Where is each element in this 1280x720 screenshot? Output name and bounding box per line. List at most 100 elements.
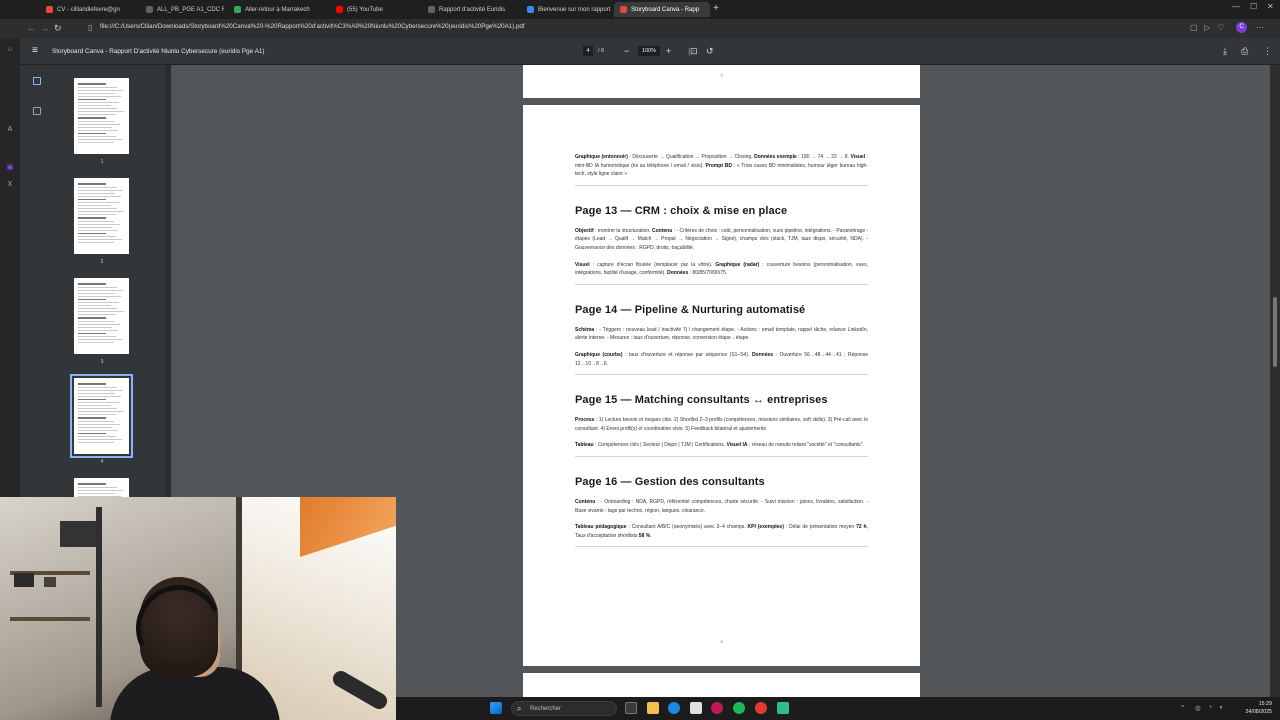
thumbnail-line	[78, 192, 116, 194]
thumbnail-line	[78, 411, 124, 412]
fit-page-icon[interactable]: ⊡	[690, 46, 698, 56]
section-paragraph: Tableau : Compétences clés | Secteur | D…	[575, 441, 868, 450]
thumbnail-line	[78, 342, 115, 343]
taskbar-search[interactable]: ⌕ Rechercher	[511, 701, 617, 716]
play-icon[interactable]: ▷	[1204, 23, 1210, 33]
section-heading: Page 13 — CRM : choix & mise en place	[575, 204, 788, 217]
browser-tab[interactable]: CV - cilliandlefevre@gn	[40, 2, 136, 17]
tray-chevron-icon[interactable]: ⌃	[1180, 704, 1185, 712]
favorite-icon[interactable]: ♡	[1217, 23, 1224, 33]
more-options-icon[interactable]: ⋮	[1263, 46, 1272, 56]
thumbnail-line	[78, 132, 107, 134]
intro-label: Prompt BD	[705, 162, 732, 169]
thumbnail-line	[78, 423, 120, 425]
thumbnail-line	[78, 229, 118, 231]
avatar[interactable]: C	[1236, 22, 1247, 33]
thumbnail-line	[78, 436, 117, 437]
taskbar-clock[interactable]: 15:29 24/08/2025	[1238, 700, 1272, 716]
microphone-icon[interactable]: ◎	[1195, 704, 1201, 712]
file-explorer-icon[interactable]	[647, 702, 659, 714]
scrollbar-thumb[interactable]	[1273, 297, 1277, 367]
vertical-scrollbar[interactable]	[1270, 65, 1280, 697]
url-field[interactable]: file:///C:/Users/Cilian/Downloads/Storyb…	[100, 23, 525, 30]
settings-icon[interactable]: ⋯	[1256, 23, 1264, 33]
browser-tab[interactable]: Aller-retour à Marrakech	[228, 2, 326, 17]
sidebar-font-icon[interactable]: A	[6, 126, 14, 134]
page-thumbnail[interactable]	[74, 78, 129, 154]
outline-view-icon[interactable]	[33, 107, 41, 115]
thumbnail-line	[78, 183, 107, 185]
minimize-icon[interactable]: —	[1232, 2, 1240, 11]
print-icon[interactable]: ⎙	[1241, 46, 1248, 56]
reload-icon[interactable]: ↻	[54, 22, 62, 34]
volume-icon[interactable]: ◖	[1219, 704, 1223, 711]
new-tab-button[interactable]: +	[713, 3, 719, 15]
page-thumbnail[interactable]	[74, 178, 129, 254]
tab-favicon-icon	[620, 6, 627, 13]
thumbnail-line	[78, 123, 120, 125]
task-view-icon[interactable]	[625, 702, 637, 714]
intro-text: : 180 → 74 → 22 → 8.	[796, 154, 851, 160]
close-icon[interactable]: ✕	[1267, 2, 1274, 11]
webcam-object	[14, 573, 34, 587]
sidebar-twitch-icon[interactable]: ▣	[6, 164, 14, 172]
forward-icon[interactable]: →	[40, 22, 49, 34]
section-paragraph: Visuel : capture d'écran floutée (rempla…	[575, 261, 868, 278]
page-number: 4	[720, 639, 723, 644]
sidebar-home-icon[interactable]: ⌂	[6, 46, 14, 54]
section-paragraph: Contenu : - Onboarding : NDA, RGPD, réfé…	[575, 498, 868, 515]
previous-page-number: 3	[720, 73, 723, 78]
browser-tab[interactable]: (55) YouTube	[330, 2, 418, 17]
store-icon[interactable]	[690, 702, 702, 714]
windows-start-icon[interactable]	[490, 702, 502, 714]
thumbnail-line	[78, 208, 118, 209]
page-thumbnail[interactable]	[70, 374, 133, 458]
current-page: Graphique (entonnoir) : Découverte → Qua…	[523, 105, 920, 666]
paragraph-text: : 80/85/70/90/75.	[688, 270, 728, 277]
tab-favicon-icon	[428, 6, 435, 13]
page-number-input[interactable]: 4	[583, 46, 593, 56]
thumbnail-line	[78, 395, 122, 397]
zoom-out-icon[interactable]: −	[624, 46, 629, 56]
opera-icon[interactable]	[711, 702, 723, 714]
menu-icon[interactable]: ≡	[32, 46, 38, 56]
browser-tab[interactable]: ALL_PB_PGE A1_CDC Ro	[140, 2, 224, 17]
sidebar-x-icon[interactable]: X	[6, 181, 14, 189]
bold-label: Données	[667, 270, 689, 277]
chrome-icon[interactable]	[755, 702, 767, 714]
spotify-icon[interactable]	[733, 702, 745, 714]
screenshot-icon[interactable]: ▢	[1190, 23, 1198, 33]
whatsapp-icon[interactable]	[777, 702, 789, 714]
thumbnail-line	[78, 483, 107, 485]
thumbnail-line	[78, 117, 107, 119]
maximize-icon[interactable]: ☐	[1250, 2, 1257, 11]
thumbnail-line	[78, 405, 112, 406]
browser-tab[interactable]: Storyboard Canva - Rapp	[614, 2, 710, 17]
webcam-object	[60, 521, 100, 547]
intro-paragraph: Graphique (entonnoir) : Découverte → Qua…	[575, 153, 868, 179]
bold-label: Tableau	[575, 442, 594, 449]
zoom-in-icon[interactable]: +	[666, 46, 671, 56]
divider	[575, 283, 868, 285]
back-icon[interactable]: ←	[27, 22, 36, 34]
wifi-icon[interactable]: ◔	[1208, 704, 1212, 711]
thumbnail-line	[78, 239, 123, 240]
webcam-stand	[96, 507, 102, 707]
browser-tab[interactable]: Rapport d'activité Euridis	[422, 2, 518, 17]
thumbnail-line	[78, 198, 107, 200]
thumbnail-line	[78, 89, 124, 91]
browser-tab[interactable]: Bienvenue sur mon rapport	[521, 2, 611, 17]
rotate-icon[interactable]: ↺	[706, 46, 714, 56]
zoom-input[interactable]: 100%	[638, 46, 660, 56]
thumbnail-line	[78, 108, 118, 109]
thumbnail-line	[78, 383, 107, 385]
thumbnail-line	[78, 220, 114, 222]
thumbnails-view-icon[interactable]	[33, 77, 41, 85]
download-icon[interactable]: ⤓	[1223, 46, 1227, 56]
page-thumbnail[interactable]	[74, 278, 129, 354]
edge-icon[interactable]	[668, 702, 680, 714]
